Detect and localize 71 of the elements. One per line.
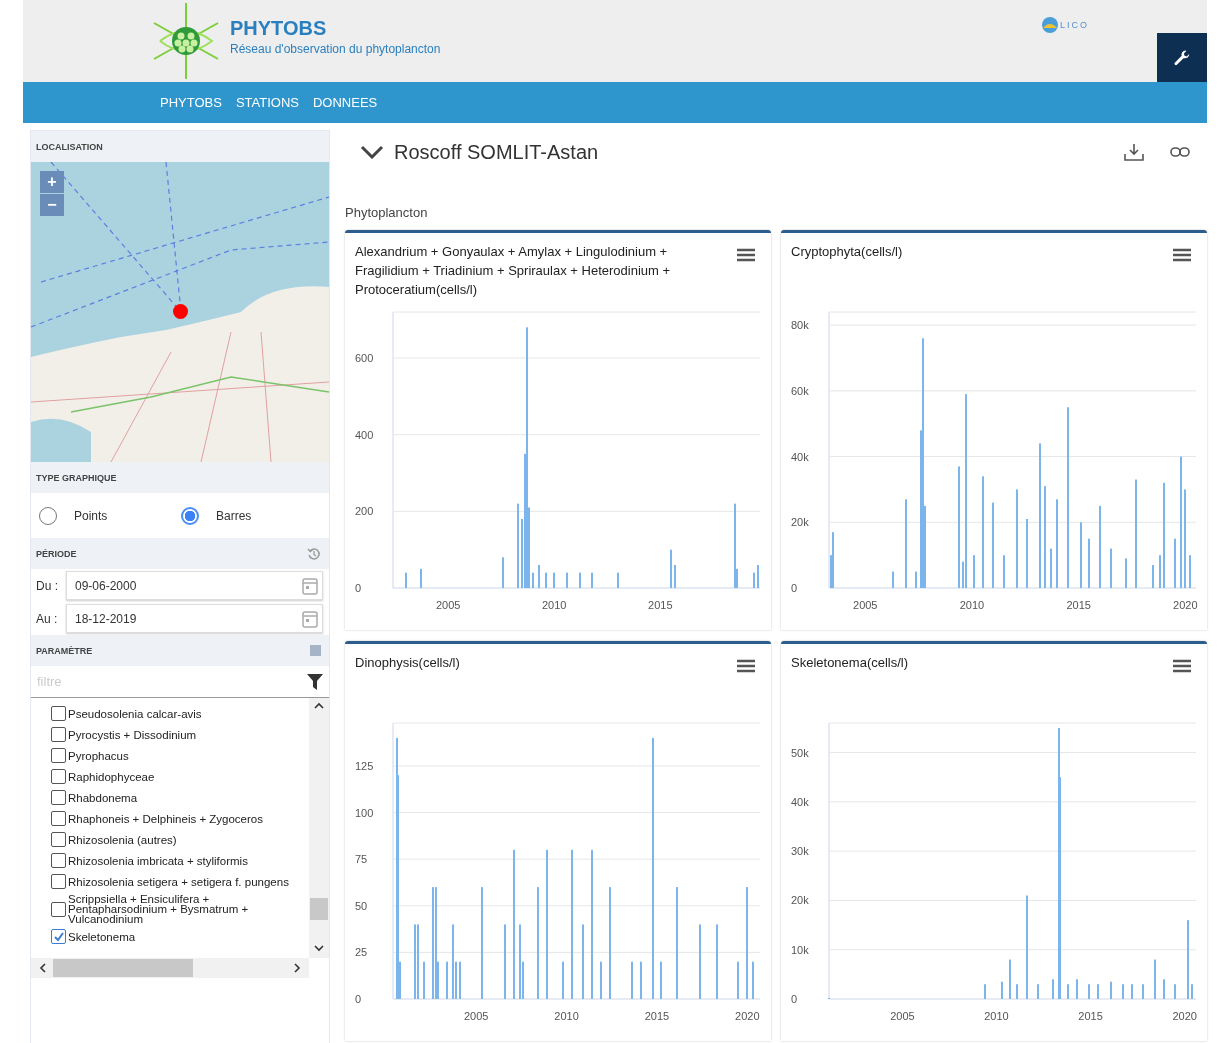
x-tick-label: 2015 — [648, 599, 673, 611]
nav-link[interactable]: PHYTOBS — [153, 82, 229, 123]
partner-logo-text: LICO — [1060, 20, 1089, 30]
x-tick-label: 2010 — [984, 1010, 1009, 1022]
x-tick-label: 2005 — [890, 1010, 915, 1022]
y-tick-label: 60k — [791, 384, 809, 397]
y-tick-label: 40k — [791, 450, 809, 463]
section-heading: PÉRIODE — [36, 548, 77, 559]
y-tick-label: 10k — [791, 943, 809, 956]
zoom-in-button[interactable]: + — [40, 171, 64, 193]
y-tick-label: 25 — [355, 946, 368, 959]
zoom-out-button[interactable]: − — [40, 194, 64, 216]
date-field[interactable]: 09-06-2000 — [66, 571, 323, 600]
x-tick-label: 2010 — [542, 599, 567, 611]
x-tick-label: 2020 — [735, 1010, 760, 1022]
x-tick-label: 2005 — [463, 1010, 489, 1022]
y-tick-label: 0 — [791, 582, 798, 594]
station-title: Roscoff SOMLIT-Astan — [394, 140, 599, 164]
y-tick-label: 40k — [791, 795, 809, 808]
section-heading: TYPE GRAPHIQUE — [36, 472, 117, 483]
date-label: Au : — [36, 611, 59, 626]
y-tick-label: 100 — [355, 806, 374, 819]
section-heading: LOCALISATION — [36, 141, 103, 152]
section-heading: PARAMÈTRE — [36, 645, 93, 656]
x-tick-label: 2015 — [1066, 599, 1091, 611]
nav-link[interactable]: DONNEES — [305, 82, 385, 123]
radio-label: Points — [74, 508, 108, 523]
parameter-label: Skeletonema — [68, 931, 136, 942]
parameter-label: Rhizosolenia imbricata + styliformis — [68, 855, 248, 866]
x-tick-label: 2010 — [959, 599, 985, 611]
y-tick-label: 400 — [355, 428, 374, 441]
parameter-label: Rhizosolenia (autres) — [68, 834, 177, 845]
parameter-label: Pyrophacus — [68, 750, 129, 761]
section-title: Phytoplancton — [345, 205, 429, 222]
chart-title: Dinophysis(cells/l) — [355, 654, 460, 672]
radio-label: Barres — [216, 508, 252, 523]
parameter-label: Pyrocystis + Dissodinium — [68, 729, 197, 740]
parameter-label: Rhaphoneis + Delphineis + Zygoceros — [68, 813, 263, 824]
date-field[interactable]: 18-12-2019 — [66, 604, 323, 633]
x-tick-label: 2015 — [644, 1010, 670, 1022]
y-tick-label: 50k — [791, 746, 809, 759]
chart-title: Cryptophyta(cells/l) — [791, 243, 903, 261]
site-title: PHYTOBS — [230, 16, 328, 40]
y-tick-label: 20k — [791, 516, 809, 529]
nav-link[interactable]: STATIONS — [228, 82, 306, 123]
y-tick-label: 0 — [355, 993, 362, 1005]
chart-title: Alexandrium + Gonyaulax + Amylax + Lingulodinium + Fragilidium + Triadinium + Spriraulax + Heterodinium + Protoceratium(cells/l) — [355, 243, 672, 299]
parameter-label: Rhizosolenia setigera + setigera f. pungens — [68, 876, 289, 887]
y-tick-label: 0 — [355, 582, 362, 594]
x-tick-label: 2005 — [435, 599, 461, 611]
y-tick-label: 50 — [355, 899, 368, 912]
y-tick-label: 125 — [355, 759, 374, 772]
x-tick-label: 2015 — [1078, 1010, 1103, 1022]
y-tick-label: 20k — [791, 894, 809, 907]
date-label: Du : — [36, 578, 59, 593]
y-tick-label: 0 — [791, 993, 798, 1005]
y-tick-label: 600 — [355, 352, 374, 364]
y-tick-label: 200 — [355, 505, 374, 518]
x-tick-label: 2020 — [1173, 599, 1198, 611]
y-tick-label: 75 — [355, 853, 368, 866]
y-tick-label: 80k — [791, 319, 809, 332]
site-subtitle: Réseau d'observation du phytoplancton — [230, 41, 441, 56]
parameter-label: Pseudosolenia calcar-avis — [68, 708, 202, 719]
parameter-label: Rhabdonema — [68, 792, 138, 803]
parameter-label: Raphidophyceae — [68, 771, 155, 782]
parameter-label: Scrippsiella + Ensiculifera + Pentapharsodinium + Bysmatrum + Vulcanodinium — [68, 894, 250, 924]
x-tick-label: 2010 — [554, 1010, 579, 1022]
y-tick-label: 30k — [791, 845, 809, 858]
x-tick-label: 2005 — [853, 599, 878, 611]
chart-title: Skeletonema(cells/l) — [791, 654, 909, 672]
x-tick-label: 2020 — [1172, 1010, 1197, 1022]
